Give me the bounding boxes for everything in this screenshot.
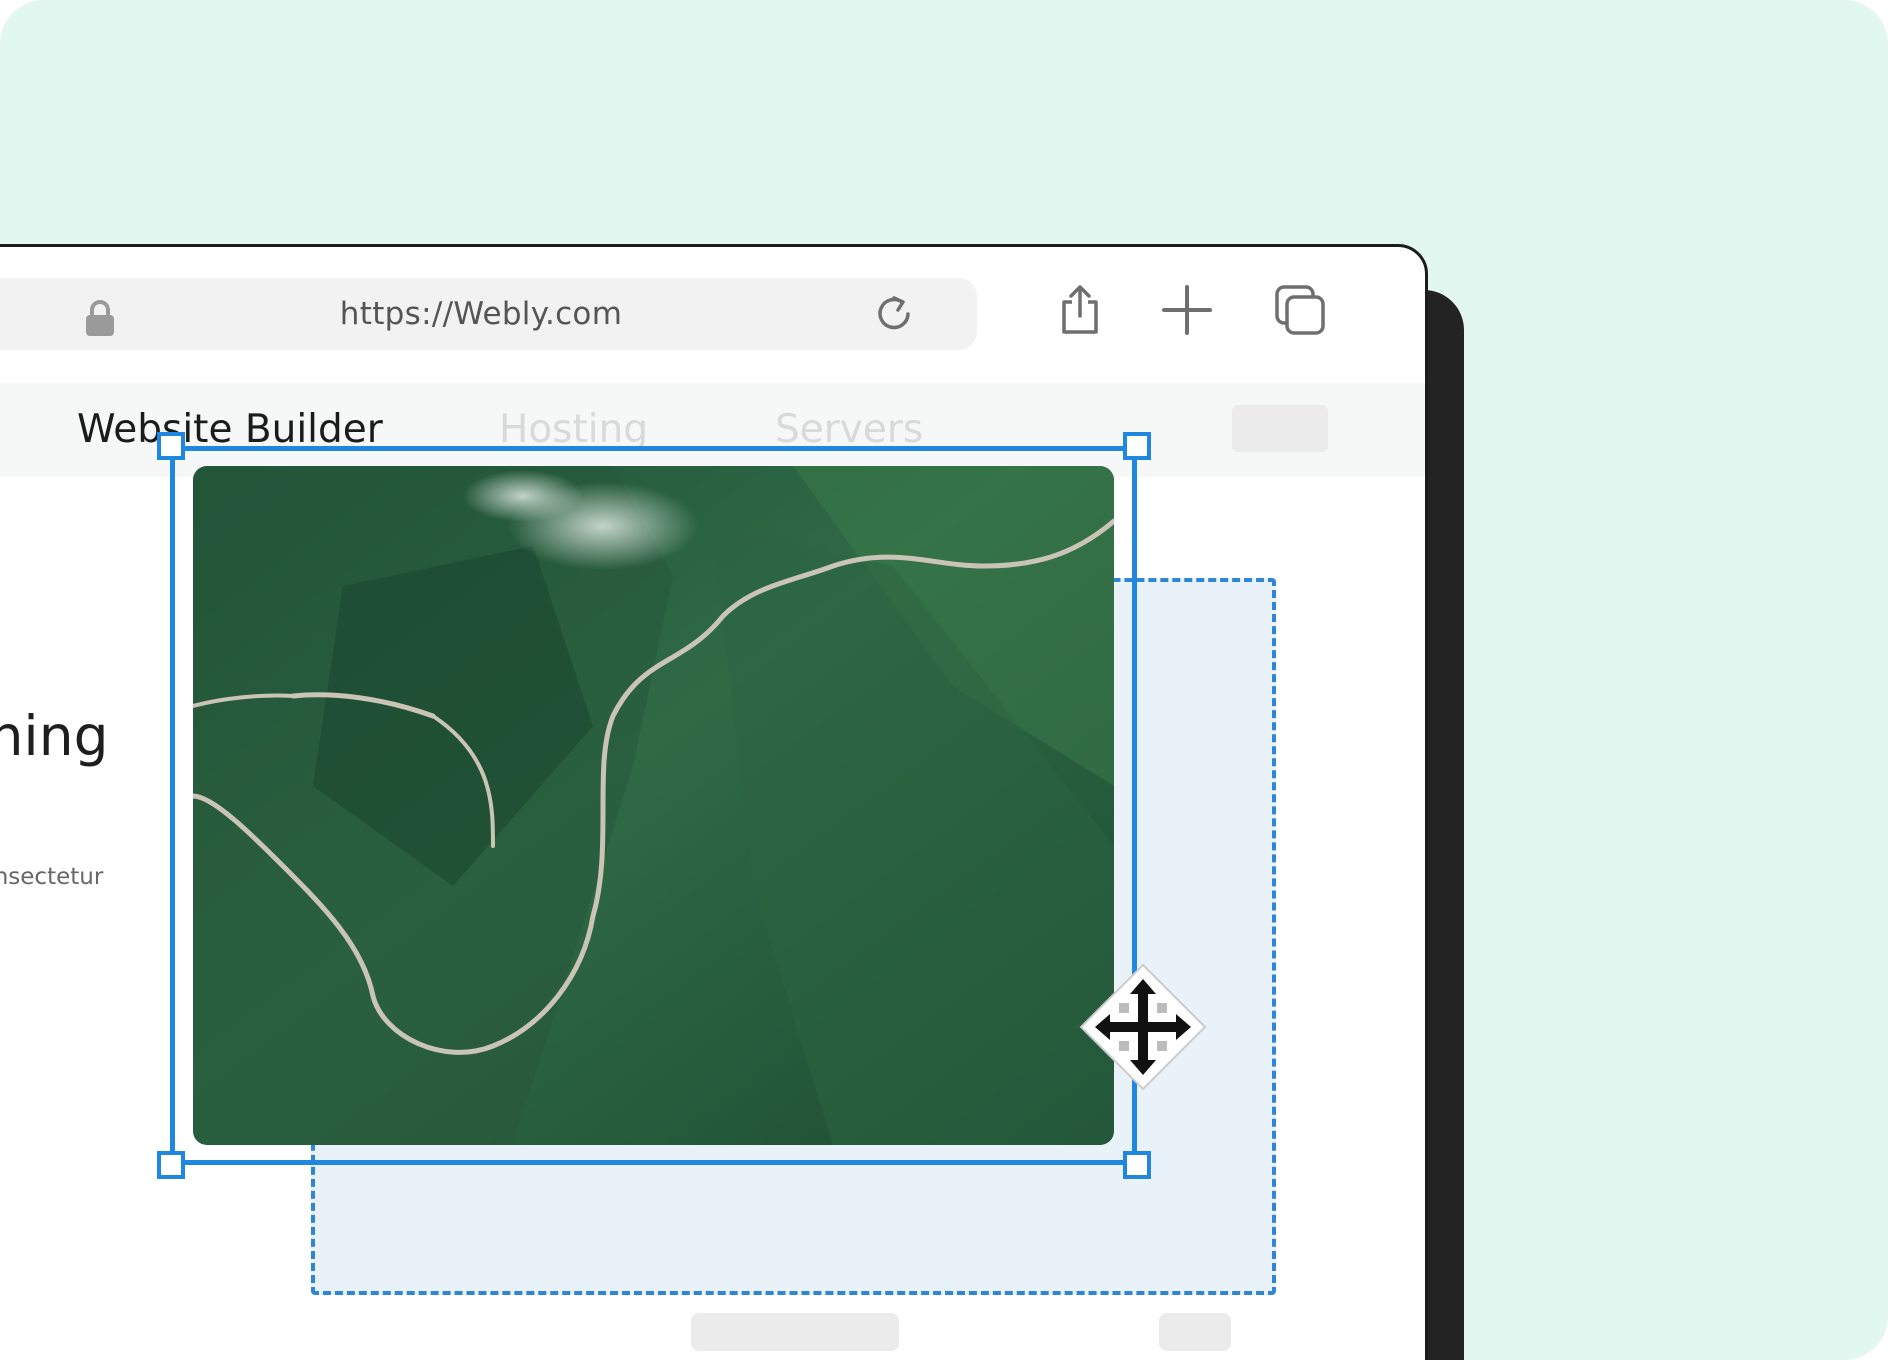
address-bar[interactable]: https://Webly.com <box>0 278 977 350</box>
share-icon[interactable] <box>1054 284 1106 336</box>
hero-heading: thing <box>0 704 109 768</box>
resize-handle-top-right[interactable] <box>1123 432 1151 460</box>
move-cursor-icon <box>1079 963 1207 1091</box>
canvas-background: https://Webly.com Website Builder Hostin… <box>0 0 1888 1360</box>
resize-handle-bottom-left[interactable] <box>157 1151 185 1179</box>
selected-image[interactable] <box>193 466 1114 1145</box>
reload-icon[interactable] <box>872 292 916 336</box>
plus-icon[interactable] <box>1161 284 1213 336</box>
hero-body-text: consectetur <box>0 864 104 890</box>
landscape-photo <box>193 466 1114 1145</box>
resize-handle-top-left[interactable] <box>157 432 185 460</box>
url-text[interactable]: https://Webly.com <box>0 278 977 350</box>
resize-handle-bottom-right[interactable] <box>1123 1151 1151 1179</box>
tabs-icon[interactable] <box>1274 284 1326 336</box>
placeholder-bar <box>1159 1313 1231 1351</box>
nav-button-placeholder[interactable] <box>1232 405 1328 452</box>
placeholder-bar <box>691 1313 899 1351</box>
